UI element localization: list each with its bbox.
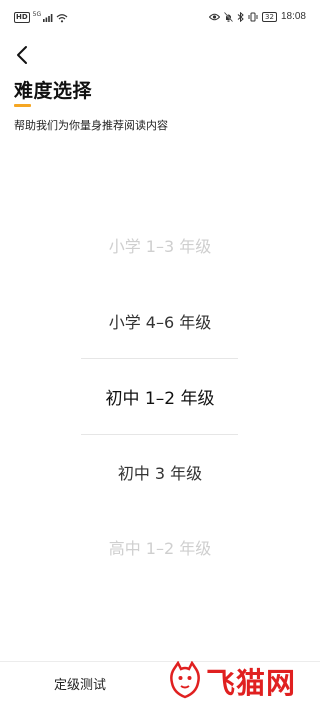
picker-divider-bottom — [81, 434, 238, 435]
network-type-label: 5G — [32, 11, 42, 18]
battery-icon: 32 — [262, 11, 277, 22]
chevron-left-icon — [17, 46, 27, 64]
bluetooth-icon — [237, 11, 244, 22]
title-underline — [14, 104, 31, 107]
status-time: 18:08 — [280, 11, 306, 22]
picker-item[interactable]: 高中 1–2 年级 — [0, 535, 320, 559]
vibrate-icon — [248, 12, 258, 21]
picker-item[interactable]: 小学 1–3 年级 — [0, 233, 320, 257]
level-test-button[interactable]: 定级测试 — [30, 668, 130, 704]
watermark: 飞猫网 — [168, 660, 296, 702]
status-bar-right: 32 18:08 — [209, 11, 306, 22]
alarm-off-icon — [224, 11, 234, 22]
page-title: 难度选择 — [14, 80, 93, 102]
picker-item[interactable]: 初中 3 年级 — [0, 460, 320, 484]
page-subtitle: 帮助我们为你量身推荐阅读内容 — [14, 119, 168, 132]
picker-item-selected[interactable]: 初中 1–2 年级 — [0, 384, 320, 409]
back-button[interactable] — [12, 44, 34, 66]
hd-badge: HD — [14, 12, 30, 23]
watermark-text: 飞猫网 — [206, 666, 297, 700]
status-bar-left: HD 5G — [14, 11, 68, 23]
status-bar: HD 5G 32 18:08 — [0, 0, 320, 34]
eye-icon — [209, 13, 221, 20]
signal-icon — [43, 14, 53, 22]
wifi-icon — [56, 13, 68, 22]
picker-item[interactable]: 小学 4–6 年级 — [0, 309, 320, 333]
picker-divider-top — [81, 358, 238, 359]
cat-logo-icon — [170, 661, 200, 699]
